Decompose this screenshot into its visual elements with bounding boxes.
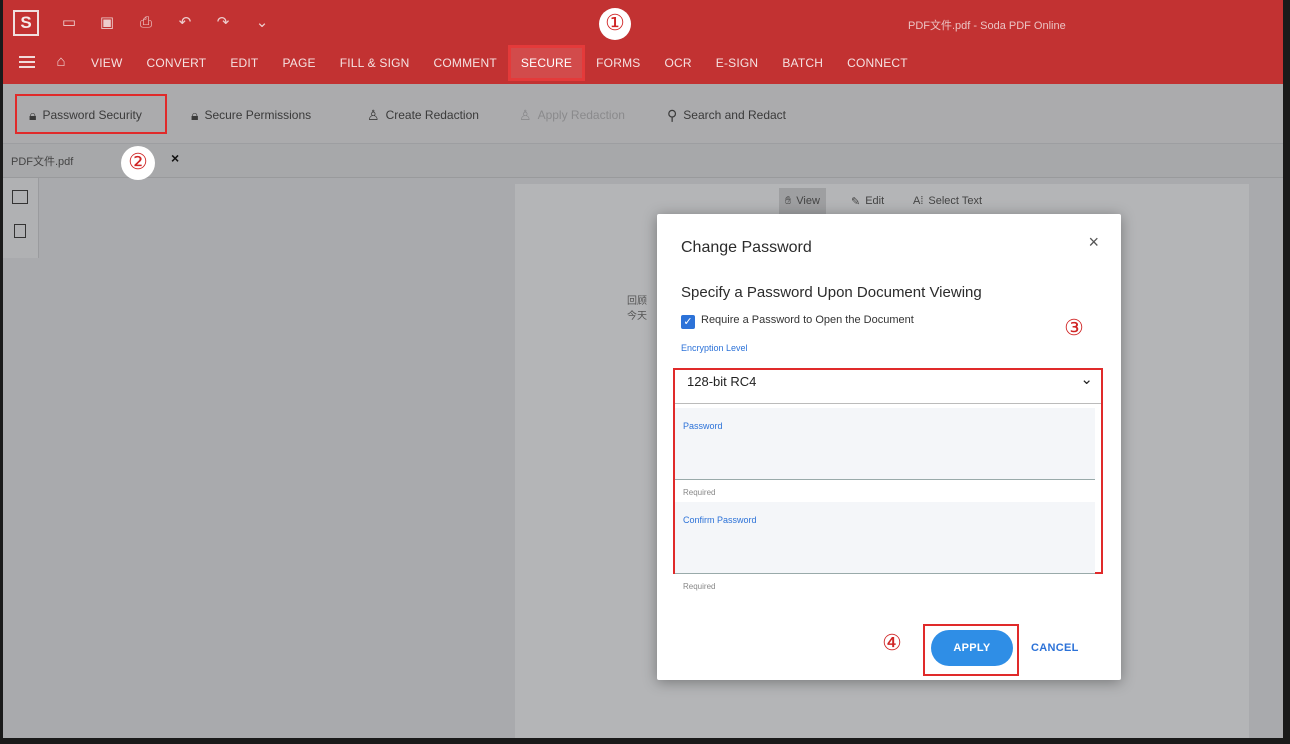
chevron-down-icon: ⌄ <box>1080 371 1093 388</box>
redaction-icon: ♙ <box>367 106 380 123</box>
search-icon: ⚲ <box>667 106 678 123</box>
marker-4: ④ <box>882 631 902 656</box>
print-icon[interactable]: ⎙ <box>136 13 156 33</box>
lock-icon: 🔒︎ <box>191 106 199 123</box>
require-password-label: Require a Password to Open the Document <box>701 314 914 326</box>
menu-convert[interactable]: CONVERT <box>134 46 218 80</box>
create-redaction-label: Create Redaction <box>385 108 479 122</box>
menu-page[interactable]: PAGE <box>270 46 327 80</box>
encryption-level-select[interactable]: 128-bit RC4 ⌄ <box>675 366 1101 404</box>
open-folder-icon[interactable]: ▭ <box>59 13 79 33</box>
require-password-checkbox[interactable]: ✓ <box>681 315 695 329</box>
apply-redaction-button[interactable]: ♙ Apply Redaction <box>519 106 625 124</box>
app-logo: S <box>13 10 39 36</box>
hand-icon: ✋︎ <box>785 194 792 207</box>
change-password-dialog: Change Password × Specify a Password Upo… <box>657 214 1121 680</box>
password-required-hint: Required <box>683 488 716 497</box>
menu-fill-sign[interactable]: FILL & SIGN <box>328 46 422 80</box>
menu-connect[interactable]: CONNECT <box>835 46 920 80</box>
marker-1: ① <box>599 8 631 40</box>
marker-2: ② <box>121 146 155 180</box>
menu-secure[interactable]: SECURE <box>507 45 586 81</box>
redo-icon[interactable]: ↷ <box>213 13 233 33</box>
chevron-down-icon[interactable]: ⌄ <box>252 13 272 33</box>
close-tab-icon[interactable]: × <box>171 150 179 166</box>
lock-icon: 🔒︎ <box>29 106 37 123</box>
search-and-redact-button[interactable]: ⚲ Search and Redact <box>667 106 786 124</box>
select-text-label: Select Text <box>928 195 983 207</box>
secure-toolbar: 🔒︎ Password Security 🔒︎ Secure Permissio… <box>3 84 1283 144</box>
password-label: Password <box>683 421 723 431</box>
redaction-icon: ♙ <box>519 106 532 123</box>
apply-redaction-label: Apply Redaction <box>537 108 625 122</box>
select-text-tool-button[interactable]: A⁞ Select Text <box>913 188 982 214</box>
create-redaction-button[interactable]: ♙ Create Redaction <box>367 106 479 124</box>
file-tab-name[interactable]: PDF文件.pdf <box>11 153 73 169</box>
menu-comment[interactable]: COMMENT <box>422 46 509 80</box>
secure-permissions-label: Secure Permissions <box>204 108 312 122</box>
app-window: S ▭ ▣ ⎙ ↶ ↷ ⌄ ① PDF文件.pdf - Soda PDF Onl… <box>3 0 1283 738</box>
encryption-level-label: Encryption Level <box>681 343 748 353</box>
pencil-icon: ✎ <box>851 195 861 208</box>
marker-3: ③ <box>1064 316 1084 341</box>
save-icon[interactable]: ▣ <box>97 13 117 33</box>
password-security-button[interactable]: 🔒︎ Password Security <box>29 106 142 124</box>
panel-toggle-icon[interactable] <box>12 190 28 204</box>
password-field[interactable]: Password <box>675 408 1095 480</box>
menu-edit[interactable]: EDIT <box>218 46 270 80</box>
search-and-redact-label: Search and Redact <box>683 108 786 122</box>
file-tab-row: PDF文件.pdf ② × <box>3 144 1283 180</box>
menu-view[interactable]: VIEW <box>79 46 134 80</box>
menu-forms[interactable]: FORMS <box>584 46 652 80</box>
view-tool-label: View <box>796 195 820 207</box>
confirm-password-label: Confirm Password <box>683 515 757 525</box>
left-rail <box>3 178 39 258</box>
text-cursor-icon: A⁞ <box>913 195 924 207</box>
secure-permissions-button[interactable]: 🔒︎ Secure Permissions <box>191 106 311 124</box>
menu-e-sign[interactable]: E-SIGN <box>704 46 771 80</box>
apply-button[interactable]: APPLY <box>931 630 1013 666</box>
dialog-subtitle: Specify a Password Upon Document Viewing <box>681 284 982 301</box>
close-icon[interactable]: × <box>1088 232 1099 253</box>
hamburger-menu-icon[interactable] <box>19 56 35 68</box>
dialog-title: Change Password <box>681 239 812 256</box>
password-security-label: Password Security <box>42 108 142 122</box>
encryption-level-value: 128-bit RC4 <box>687 374 757 389</box>
confirm-password-field[interactable]: Confirm Password <box>675 502 1095 574</box>
edit-tool-label: Edit <box>865 195 885 207</box>
screenshot-frame: S ▭ ▣ ⎙ ↶ ↷ ⌄ ① PDF文件.pdf - Soda PDF Onl… <box>0 0 1290 744</box>
confirm-required-hint: Required <box>683 582 716 591</box>
home-icon[interactable]: ⌂ <box>51 52 71 72</box>
bookmark-icon[interactable] <box>14 224 26 238</box>
menu-batch[interactable]: BATCH <box>770 46 835 80</box>
view-tool-button[interactable]: ✋︎ View <box>779 188 826 214</box>
menu-ocr[interactable]: OCR <box>652 46 703 80</box>
main-menu: VIEW CONVERT EDIT PAGE FILL & SIGN COMME… <box>79 45 920 81</box>
edit-tool-button[interactable]: ✎ Edit <box>851 188 884 214</box>
undo-icon[interactable]: ↶ <box>175 13 195 33</box>
window-title: PDF文件.pdf - Soda PDF Online <box>908 20 1066 32</box>
cancel-button[interactable]: CANCEL <box>1031 642 1079 654</box>
title-bar: S ▭ ▣ ⎙ ↶ ↷ ⌄ ① PDF文件.pdf - Soda PDF Onl… <box>3 0 1283 84</box>
